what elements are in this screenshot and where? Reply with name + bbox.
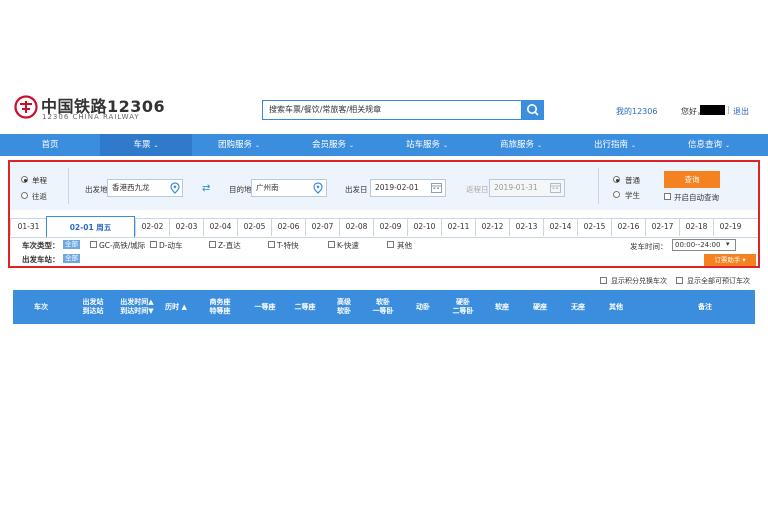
header-cell-text: 一等座 xyxy=(255,303,276,312)
header-cell-text: 软座 xyxy=(495,303,509,312)
chevron-down-icon: ⌄ xyxy=(536,142,543,149)
redacted-username xyxy=(700,105,725,115)
header-line-1: 历时 ▲ xyxy=(165,302,187,311)
nav-label: 会员服务 xyxy=(311,140,346,150)
chevron-down-icon: ⌄ xyxy=(630,142,637,149)
header-line-1: 车次 xyxy=(34,302,48,311)
table-header-cell[interactable]: 其他 xyxy=(597,290,635,324)
show-all-label: 显示全部可预订车次 xyxy=(687,277,750,285)
nav-label: 首页 xyxy=(41,140,59,150)
table-header-cell[interactable]: 出发时间▲ 到达时间▼ xyxy=(117,290,157,324)
nav-item-member[interactable]: 会员服务 ⌄ xyxy=(286,134,380,156)
header-line-1: 商务座 xyxy=(209,298,231,306)
table-header-cell[interactable]: 历时 ▲ xyxy=(157,290,195,324)
nav-item-tickets[interactable]: 车票 ⌄ xyxy=(100,134,192,156)
header-cell-text: 硬卧 二等卧 xyxy=(453,298,474,316)
nav-item-group[interactable]: 团购服务 ⌄ xyxy=(192,134,286,156)
nav-label: 团购服务 xyxy=(217,140,252,150)
show-points-label: 显示积分兑换车次 xyxy=(611,277,667,285)
table-header-cell[interactable]: 出发站 到达站 xyxy=(69,290,117,324)
header-separator: | xyxy=(727,105,730,114)
header-cell-text: 高级 软卧 xyxy=(337,298,351,316)
table-header-cell[interactable]: 二等座 xyxy=(285,290,325,324)
table-header-cell[interactable]: 备注 xyxy=(635,290,768,324)
table-header-cell[interactable]: 软卧 一等卧 xyxy=(363,290,403,324)
header-line-1: 一等座 xyxy=(254,302,276,311)
chevron-down-icon: ⌄ xyxy=(153,142,159,149)
chevron-down-icon: ⌄ xyxy=(348,142,355,149)
header-cell-text: 无座 xyxy=(571,303,585,312)
header-line-1: 出发站 xyxy=(82,298,104,306)
header-line-1: 软座 xyxy=(495,302,509,311)
header-line-1: 其他 xyxy=(609,302,623,311)
search-icon xyxy=(527,104,539,116)
search-input[interactable]: 搜索车票/餐饮/常旅客/相关规章 xyxy=(262,100,522,120)
table-header-cell[interactable]: 无座 xyxy=(559,290,597,324)
nav-label: 信息查询 xyxy=(687,140,722,150)
logout-link[interactable]: 退出 xyxy=(733,106,749,117)
nav-item-business[interactable]: 商旅服务 ⌄ xyxy=(474,134,568,156)
header-cell-text: 车次 xyxy=(34,303,48,312)
nav-item-info[interactable]: 信息查询 ⌄ xyxy=(662,134,756,156)
logo-subtitle: 12306 CHINA RAILWAY xyxy=(42,113,140,121)
header-cell-text: 软卧 一等卧 xyxy=(373,298,394,316)
chevron-down-icon: ⌄ xyxy=(254,142,261,149)
table-header-cell[interactable]: 一等座 xyxy=(245,290,285,324)
search-button[interactable] xyxy=(522,100,544,120)
header-cell-text: 硬座 xyxy=(533,303,547,312)
header-cell-text: 动卧 xyxy=(416,303,430,312)
header-line-1: 动卧 xyxy=(416,302,430,311)
table-header-cell[interactable]: 软座 xyxy=(483,290,521,324)
my12306-link[interactable]: 我的12306 xyxy=(616,106,657,117)
railway-logo-icon[interactable] xyxy=(14,95,38,119)
header-line-1: 无座 xyxy=(571,302,585,311)
header-line-2: 一等卧 xyxy=(372,307,394,315)
table-header-cell[interactable]: 车次 xyxy=(13,290,69,324)
table-header-cell[interactable]: 动卧 xyxy=(403,290,443,324)
header-line-1: 出发时间▲ xyxy=(120,298,154,306)
table-header-cell[interactable]: 硬座 xyxy=(521,290,559,324)
header-line-2: 二等卧 xyxy=(452,307,474,315)
header-cell-text: 出发站 到达站 xyxy=(83,298,104,316)
header-cell-text: 二等座 xyxy=(295,303,316,312)
header-line-1: 二等座 xyxy=(294,302,316,311)
nav-label: 车票 xyxy=(133,140,151,150)
highlight-frame xyxy=(8,160,760,268)
table-header-cell[interactable]: 商务座 特等座 xyxy=(195,290,245,324)
header-line-1: 高级 xyxy=(337,298,351,306)
nav-label: 出行指南 xyxy=(593,140,628,150)
header-cell-text: 历时 ▲ xyxy=(165,303,187,312)
show-all-checkbox[interactable] xyxy=(676,277,683,284)
table-header-cell[interactable]: 高级 软卧 xyxy=(325,290,363,324)
header-cell-text: 出发时间▲ 到达时间▼ xyxy=(120,298,153,316)
chevron-down-icon: ⌄ xyxy=(442,142,449,149)
header-line-2: 软卧 xyxy=(337,307,351,315)
header-line-1: 硬座 xyxy=(533,302,547,311)
chevron-down-icon: ⌄ xyxy=(724,142,731,149)
header-cell-text: 商务座 特等座 xyxy=(210,298,231,316)
header-line-2: 到达站 xyxy=(82,307,104,315)
header-cell-text: 其他 xyxy=(609,303,623,312)
nav-item-station[interactable]: 站车服务 ⌄ xyxy=(380,134,474,156)
header-line-1: 软卧 xyxy=(376,298,390,306)
table-header-cell[interactable]: 硬卧 二等卧 xyxy=(443,290,483,324)
header-line-2: 到达时间▼ xyxy=(120,307,154,315)
nav-label: 站车服务 xyxy=(405,140,440,150)
header-cell-text: 备注 xyxy=(698,303,712,312)
main-nav: 首页 车票 ⌄ 团购服务 ⌄ 会员服务 ⌄ 站车服务 ⌄ 商旅服务 ⌄ 出行指南 ⌄ 信息查… xyxy=(0,134,768,156)
header-line-1: 备注 xyxy=(698,302,712,311)
nav-item-guide[interactable]: 出行指南 ⌄ xyxy=(568,134,662,156)
header-line-2: 特等座 xyxy=(209,307,231,315)
show-points-checkbox[interactable] xyxy=(600,277,607,284)
nav-item-home[interactable]: 首页 xyxy=(0,134,100,156)
nav-label: 商旅服务 xyxy=(499,140,534,150)
header-line-1: 硬卧 xyxy=(456,298,470,306)
